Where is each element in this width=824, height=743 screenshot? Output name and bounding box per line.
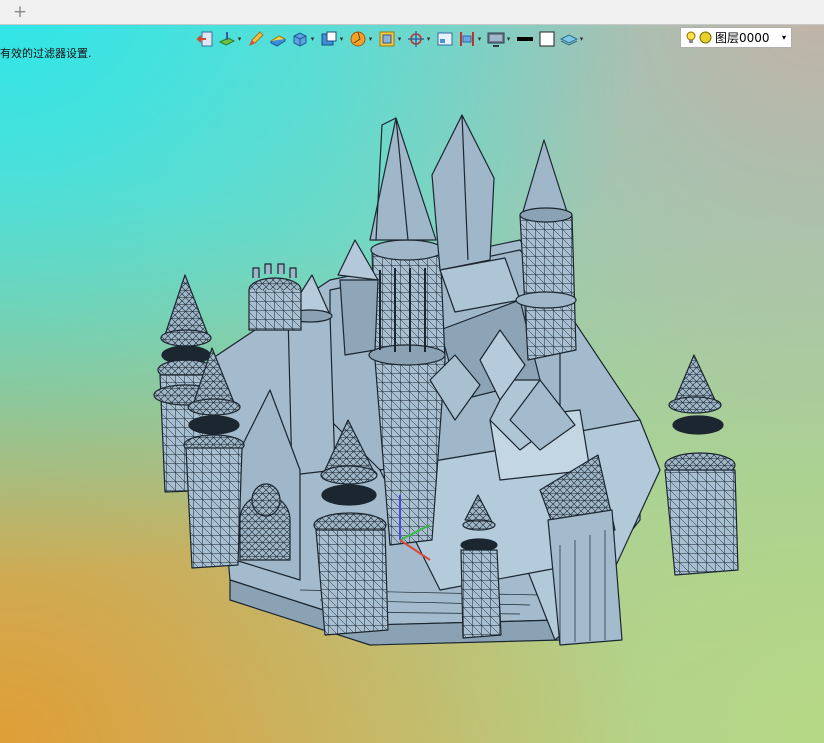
round-turret bbox=[248, 263, 302, 331]
right-back-spire bbox=[431, 114, 521, 313]
far-right-tower bbox=[664, 354, 739, 576]
castle-model bbox=[153, 114, 739, 646]
